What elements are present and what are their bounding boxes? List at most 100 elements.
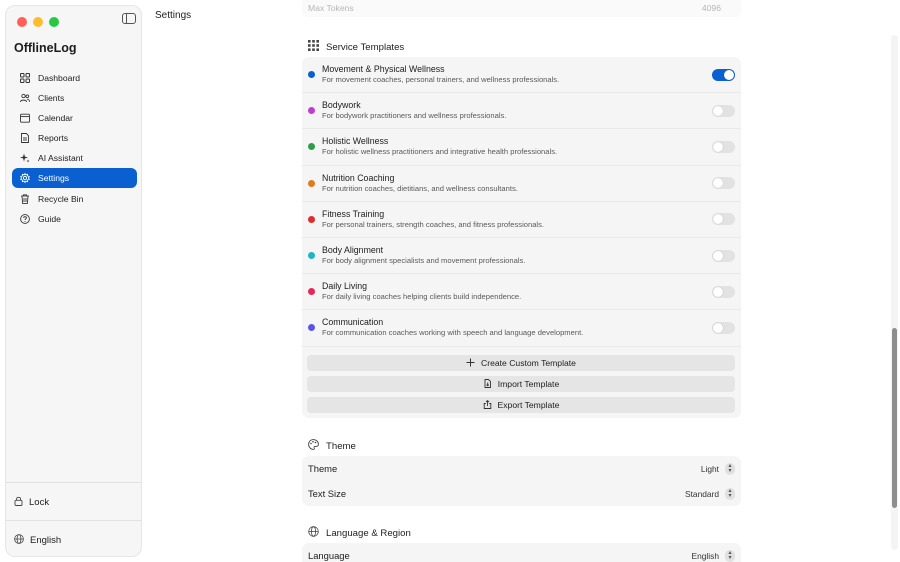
close-window-button[interactable] [17,17,27,27]
template-color-dot [308,179,315,187]
service-templates-card: Movement & Physical Wellness For movement… [302,57,741,418]
export-template-button[interactable]: Export Template [307,397,735,413]
create-template-label: Create Custom Template [481,358,576,368]
template-row: Body Alignment For body alignment special… [302,238,741,275]
template-color-dot [308,71,315,79]
sidebar-nav: Dashboard Clients Calendar Reports AI As… [12,68,137,229]
template-color-dot [308,252,315,260]
sidebar-item-label: Recycle Bin [38,193,84,204]
template-name: Holistic Wellness [322,136,389,147]
sidebar-item-ai-assistant[interactable]: AI Assistant [12,148,137,168]
sidebar-item-clients[interactable]: Clients [12,88,137,108]
template-color-dot [308,143,315,151]
theme-label: Theme [308,463,338,474]
document-icon [19,133,30,144]
minimize-window-button[interactable] [33,17,43,27]
section-title-label: Language & Region [326,527,411,539]
globe-icon [308,526,319,540]
sidebar-toggle-icon[interactable] [122,13,136,24]
theme-select[interactable]: Light ▴ ▾ [700,462,735,475]
template-toggle[interactable] [712,177,735,190]
export-template-label: Export Template [497,400,560,410]
template-toggle[interactable] [712,249,735,262]
max-tokens-row: Max Tokens 4096 [302,0,741,17]
import-template-label: Import Template [497,379,560,389]
sidebar-item-label: Settings [38,173,70,184]
template-description: For body alignment specialists and movem… [322,256,526,266]
sidebar-item-calendar[interactable]: Calendar [12,108,137,128]
template-row: Holistic Wellness For holistic wellness p… [302,129,741,166]
service-templates-header: Service Templates [308,40,404,54]
sidebar-item-label: Clients [38,93,65,104]
calendar-icon [19,113,30,124]
section-title-label: Theme [326,440,356,452]
template-toggle[interactable] [712,104,735,117]
sidebar-item-dashboard[interactable]: Dashboard [12,68,137,88]
scrollbar-thumb[interactable] [892,328,897,508]
language-button[interactable]: English [14,534,61,547]
scrollbar[interactable] [891,35,898,550]
share-icon [483,399,492,411]
theme-value: Light [700,463,719,474]
language-label: English [30,535,62,546]
sidebar-item-guide[interactable]: Guide [12,209,137,229]
language-select[interactable]: English ▴ ▾ [691,549,735,562]
question-icon [19,213,30,224]
chevron-updown-icon: ▴ ▾ [725,462,735,475]
template-color-dot [308,107,315,115]
max-tokens-label: Max Tokens [308,3,354,13]
palette-icon [308,439,319,453]
template-color-dot [308,288,315,296]
create-template-button[interactable]: Create Custom Template [307,355,735,371]
language-row: Language English ▴ ▾ [302,543,741,562]
template-description: For personal trainers, strength coaches,… [322,219,545,229]
sidebar-item-label: Dashboard [38,73,81,83]
lock-button[interactable]: Lock [14,496,49,509]
page-title: Settings [155,10,192,21]
template-description: For communication coaches working with s… [322,328,584,338]
people-icon [19,93,30,104]
text-size-row: Text Size Standard ▴ ▾ [302,481,741,506]
theme-row: Theme Light ▴ ▾ [302,456,741,481]
import-icon [483,378,492,390]
max-tokens-value[interactable]: 4096 [702,3,721,14]
sidebar-item-recycle-bin[interactable]: Recycle Bin [12,189,137,209]
template-row: Fitness Training For personal trainers, s… [302,202,741,238]
sidebar: OfflineLog Dashboard Clients Calendar Re… [5,5,142,557]
template-toggle[interactable] [712,285,735,298]
zoom-window-button[interactable] [49,17,59,27]
template-toggle[interactable] [712,140,735,153]
template-row: Communication For communication coaches w… [302,310,741,347]
sidebar-item-label: Guide [38,213,61,224]
template-name: Daily Living [322,281,367,292]
sidebar-item-settings[interactable]: Settings [12,168,137,189]
language-value: English [691,550,719,561]
trash-icon [19,193,30,204]
language-region-card: Language English ▴ ▾ [302,543,741,562]
chevron-updown-icon: ▴ ▾ [725,549,735,562]
plus-icon [466,358,475,369]
template-toggle[interactable] [712,68,735,81]
template-color-dot [308,324,315,332]
grid-icon [19,73,30,84]
theme-header: Theme [308,439,356,453]
app-title: OfflineLog [14,41,77,55]
text-size-select[interactable]: Standard ▴ ▾ [685,487,735,500]
template-toggle[interactable] [712,213,735,226]
import-template-button[interactable]: Import Template [307,376,735,392]
template-name: Bodywork [322,100,361,111]
template-description: For nutrition coaches, dietitians, and w… [322,183,518,193]
lock-label: Lock [29,497,50,508]
sparkle-icon [19,153,30,164]
template-name: Body Alignment [322,245,384,256]
globe-icon [14,534,24,547]
chevron-updown-icon: ▴ ▾ [725,487,735,500]
sidebar-item-label: AI Assistant [38,153,83,164]
template-toggle[interactable] [712,321,735,334]
template-description: For bodywork practitioners and wellness … [322,111,507,121]
language-label: Language [308,550,350,561]
template-color-dot [308,215,315,223]
sidebar-item-reports[interactable]: Reports [12,128,137,148]
section-title-label: Service Templates [326,41,405,53]
grid-dots-icon [308,40,319,54]
